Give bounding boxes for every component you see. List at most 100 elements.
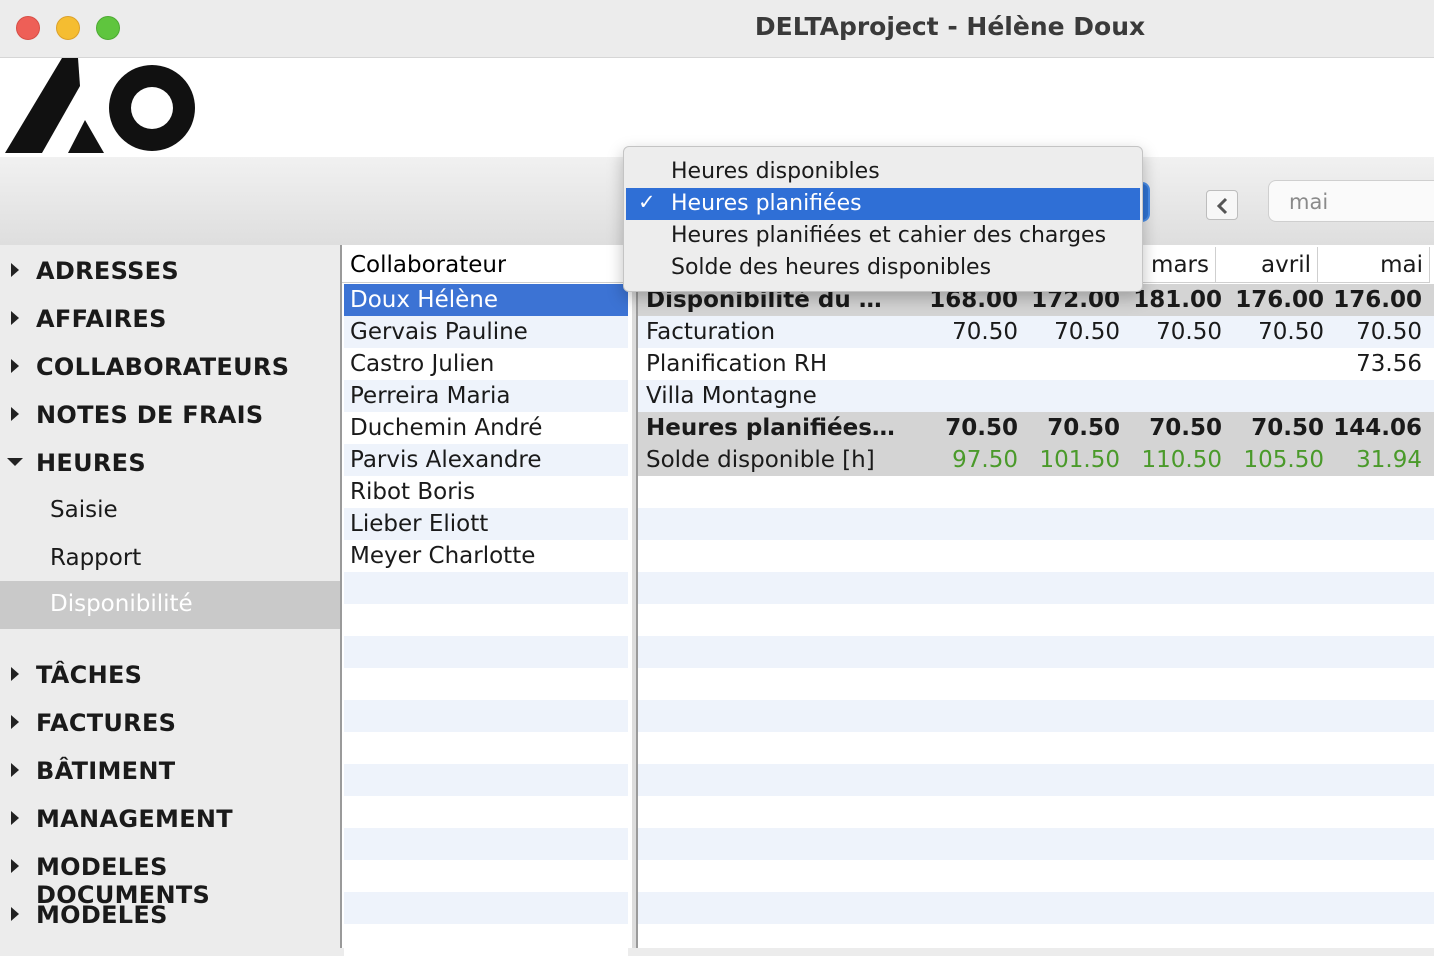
table-cell (1020, 380, 1120, 412)
previous-month-button[interactable] (1206, 190, 1238, 220)
row-label: Villa Montagne (646, 383, 817, 409)
table-cell: 70.50 (1054, 319, 1120, 345)
sidebar-item-modeles-documents[interactable]: MODELES DOCUMENTS (0, 843, 340, 909)
empty-row (344, 700, 628, 732)
column-header[interactable]: mai (1318, 247, 1430, 283)
sidebar-subitem-label: Rapport (50, 545, 142, 571)
chevron-right-icon (11, 811, 19, 825)
checkmark-icon: ✓ (638, 190, 656, 214)
empty-row (638, 476, 1434, 508)
collaborator-name: Gervais Pauline (350, 319, 528, 345)
sidebar-item-label: TÂCHES (36, 661, 143, 689)
list-item[interactable]: Parvis Alexandre (344, 444, 628, 476)
dropdown-option-solde-heures[interactable]: Solde des heures disponibles (626, 252, 1140, 284)
table-cell: 70.50 (1047, 415, 1120, 441)
dropdown-option-label: Heures disponibles (671, 159, 880, 184)
collaborator-name: Parvis Alexandre (350, 447, 542, 473)
table-row[interactable]: Solde disponible [h] 97.50 101.50 110.50 105… (638, 444, 1434, 476)
list-item[interactable]: Meyer Charlotte (344, 540, 628, 572)
sidebar-item-label: BÂTIMENT (36, 757, 176, 785)
collaborator-name: Meyer Charlotte (350, 543, 536, 569)
table-cell: 73.56 (1356, 351, 1422, 377)
column-header-label: mai (1380, 252, 1423, 278)
sidebar-item-heures[interactable]: HEURES (0, 439, 340, 487)
empty-row (344, 764, 628, 796)
sidebar-subitem-disponibilite[interactable]: Disponibilité (0, 581, 340, 629)
sidebar-item-collaborateurs[interactable]: COLLABORATEURS (0, 343, 340, 391)
sidebar-item-batiment[interactable]: BÂTIMENT (0, 747, 340, 795)
empty-row (638, 828, 1434, 860)
table-cell: 110.50 (1141, 447, 1222, 473)
table-cell: 70.50 (1258, 319, 1324, 345)
table-cell: 176.00 (1235, 287, 1324, 313)
list-item[interactable]: Castro Julien (344, 348, 628, 380)
availability-table: Djanvierfévriermarsavrilmai Disponibilit… (636, 245, 1434, 948)
app-logo-icon (5, 58, 195, 153)
table-row[interactable]: Facturation 70.50 70.50 70.50 70.50 70.50 (638, 316, 1434, 348)
empty-row (638, 796, 1434, 828)
chevron-right-icon (11, 667, 19, 681)
table-cell (1322, 380, 1422, 412)
row-label: Facturation (646, 319, 776, 345)
table-row[interactable]: Planification RH 73.56 (638, 348, 1434, 380)
sidebar-item-factures[interactable]: FACTURES (0, 699, 340, 747)
sidebar-item-affaires[interactable]: AFFAIRES (0, 295, 340, 343)
table-cell: 70.50 (945, 415, 1018, 441)
list-item[interactable]: Ribot Boris (344, 476, 628, 508)
chevron-right-icon (11, 311, 19, 325)
row-label: Planification RH (646, 351, 828, 377)
sidebar-item-notes-de-frais[interactable]: NOTES DE FRAIS (0, 391, 340, 439)
empty-row (344, 860, 628, 892)
view-dropdown-menu: Heures disponibles ✓ Heures planifiées H… (623, 146, 1143, 292)
collaborator-column-header[interactable]: Collaborateur (342, 247, 632, 283)
empty-row (638, 636, 1434, 668)
list-item[interactable]: Lieber Eliott (344, 508, 628, 540)
list-item[interactable]: Perreira Maria (344, 380, 628, 412)
chevron-left-icon (1216, 197, 1228, 215)
title-bar: DELTAproject - Hélène Doux (0, 0, 1434, 58)
sidebar-subitem-saisie[interactable]: Saisie (0, 487, 340, 535)
table-cell: 101.50 (1039, 447, 1120, 473)
table-cell (918, 348, 1018, 380)
empty-row (344, 924, 628, 956)
sidebar-item-management[interactable]: MANAGEMENT (0, 795, 340, 843)
collaborator-list: Collaborateur Doux Hélène Gervais Pauline… (340, 245, 632, 956)
chevron-right-icon (11, 907, 19, 921)
list-item[interactable]: Doux Hélène (344, 284, 628, 316)
empty-row (638, 732, 1434, 764)
dropdown-option-heures-planifiees-cahier[interactable]: Heures planifiées et cahier des charges (626, 220, 1140, 252)
sidebar-item-modeles[interactable]: MODELES (0, 891, 340, 939)
collaborator-name: Ribot Boris (350, 479, 476, 505)
empty-row (638, 572, 1434, 604)
dropdown-option-heures-disponibles[interactable]: Heures disponibles (626, 156, 1140, 188)
column-header[interactable]: avril (1216, 247, 1318, 283)
empty-row (638, 892, 1434, 924)
list-item[interactable]: Gervais Pauline (344, 316, 628, 348)
table-cell (918, 380, 1018, 412)
sidebar-subitem-rapport[interactable]: Rapport (0, 535, 340, 583)
sidebar-subitem-label: Saisie (50, 497, 118, 523)
chevron-right-icon (11, 715, 19, 729)
table-cell (1224, 348, 1324, 380)
empty-row (344, 636, 628, 668)
table-cell: 70.50 (1356, 319, 1422, 345)
sidebar-item-taches[interactable]: TÂCHES (0, 651, 340, 699)
month-field[interactable]: mai (1268, 180, 1434, 222)
column-header-label: avril (1261, 252, 1311, 278)
chevron-right-icon (11, 263, 19, 277)
list-item[interactable]: Duchemin André (344, 412, 628, 444)
sidebar-item-label: HEURES (36, 449, 146, 477)
collaborator-name: Duchemin André (350, 415, 543, 441)
dropdown-option-label: Heures planifiées et cahier des charges (671, 223, 1107, 248)
sidebar-item-label: NOTES DE FRAIS (36, 401, 264, 429)
dropdown-option-heures-planifiees[interactable]: ✓ Heures planifiées (626, 188, 1140, 220)
table-cell: 70.50 (952, 319, 1018, 345)
sidebar-item-adresses[interactable]: ADRESSES (0, 247, 340, 295)
table-cell: 31.94 (1356, 447, 1422, 473)
empty-row (344, 572, 628, 604)
table-cell: 70.50 (1156, 319, 1222, 345)
table-row[interactable]: Heures planifiées… 70.50 70.50 70.50 70.50 14… (638, 412, 1434, 444)
chevron-down-icon (7, 458, 23, 466)
table-row[interactable]: Villa Montagne (638, 380, 1434, 412)
empty-row (344, 828, 628, 860)
